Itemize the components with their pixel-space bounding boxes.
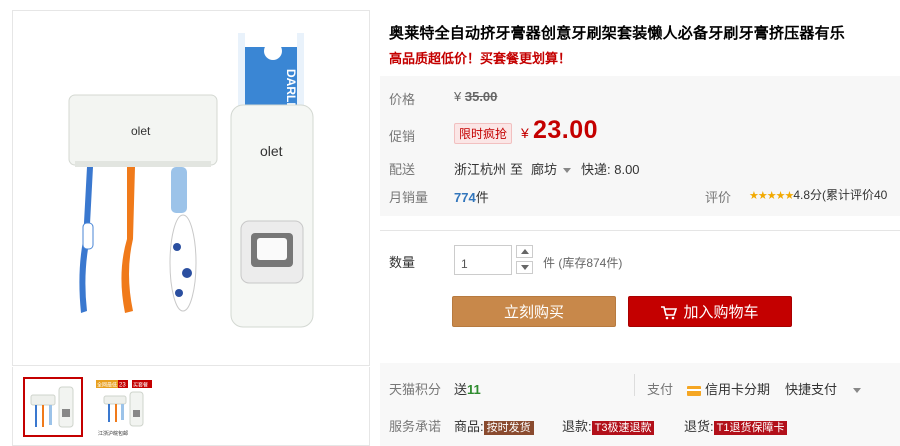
service-refund-label: 退款: — [562, 419, 592, 434]
delivery-from: 浙江杭州 — [454, 162, 507, 177]
stock-info: 件 (库存874件) — [543, 256, 623, 270]
service-return-badge[interactable]: T1退货保障卡 — [713, 421, 788, 435]
thumbnail-1[interactable] — [23, 377, 83, 437]
promo-tag: 限时疯抢 — [454, 123, 513, 144]
thumbnail-2-image: 全网最低 23 买套餐 江浙沪皖包邮 — [96, 380, 152, 437]
points-number: 11 — [467, 382, 481, 397]
thumbnail-strip: 全网最低 23 买套餐 江浙沪皖包邮 — [12, 367, 370, 446]
points-prefix: 送 — [454, 382, 468, 397]
thumb2-badge-right: 买套餐 — [133, 382, 148, 389]
thumb2-badge-left: 全网最低 — [97, 382, 117, 389]
sales-unit: 件 — [475, 190, 489, 205]
holder-logo: olet — [131, 124, 151, 138]
divider — [380, 230, 900, 231]
thumb2-badge-num: 23 — [119, 383, 126, 389]
quantity-increase-button[interactable] — [516, 245, 533, 258]
promo-label: 促销 — [389, 129, 416, 144]
sales-count: 774件 — [454, 187, 489, 206]
dispenser-logo: olet — [260, 143, 283, 159]
divider — [634, 374, 635, 396]
main-product-image[interactable]: DARLIE olet olet — [12, 10, 370, 366]
original-price-currency: ¥ — [454, 89, 462, 104]
promo-currency: ¥ — [521, 125, 529, 141]
product-photo: DARLIE olet olet — [68, 33, 314, 328]
delivery-to-word: 至 — [510, 162, 524, 177]
service-goods-label: 商品: — [454, 419, 484, 434]
delivery-destination: 廊坊 — [531, 162, 558, 177]
rating-label: 评价 — [705, 190, 732, 205]
credit-installment-link[interactable]: 信用卡分期 — [687, 379, 770, 398]
rating-text: 4.8分(累计评价40 — [793, 188, 888, 202]
add-to-cart-label: 加入购物车 — [683, 304, 759, 321]
sales-number: 774 — [454, 190, 476, 205]
chevron-down-icon — [853, 388, 862, 394]
original-price: ¥ 35.00 — [454, 89, 497, 104]
thumb2-caption: 江浙沪皖包邮 — [98, 430, 128, 437]
rating-summary[interactable]: ★★★★★4.8分(累计评价40 — [749, 186, 887, 203]
credit-card-icon — [687, 385, 701, 396]
price-label: 价格 — [389, 92, 416, 107]
add-to-cart-button[interactable]: 加入购物车 — [628, 296, 792, 327]
thumbnail-2[interactable]: 全网最低 23 买套餐 江浙沪皖包邮 — [95, 377, 155, 437]
service-return-label: 退货: — [684, 419, 714, 434]
quick-pay-label: 快捷支付 — [785, 382, 838, 397]
points-value: 送11 — [454, 379, 481, 398]
product-subtitle: 高品质超低价！买套餐更划算！ — [389, 51, 572, 66]
quantity-label: 数量 — [389, 255, 416, 270]
quantity-input[interactable] — [454, 245, 512, 275]
thumbnail-1-image — [30, 386, 74, 428]
delivery-destination-select[interactable]: 廊坊 — [531, 159, 572, 178]
quantity-decrease-button[interactable] — [516, 261, 533, 274]
buy-now-button[interactable]: 立刻购买 — [452, 296, 616, 327]
credit-installment-label: 信用卡分期 — [705, 382, 771, 397]
service-refund-badge[interactable]: T3极速退款 — [591, 421, 655, 435]
points-label: 天猫积分 — [389, 382, 442, 397]
chevron-up-icon — [521, 249, 529, 254]
quick-pay-select[interactable]: 快捷支付 — [785, 379, 862, 398]
rating-stars-icon: ★★★★★ — [749, 190, 794, 202]
chevron-down-icon — [563, 168, 572, 174]
service-refund: 退款: T3极速退款 — [562, 416, 655, 435]
service-goods: 商品: 按时发货 — [454, 416, 534, 435]
delivery-label: 配送 — [389, 162, 416, 177]
sales-label: 月销量 — [389, 190, 429, 205]
product-title: 奥莱特全自动挤牙膏器创意牙刷架套装懒人必备牙刷牙膏挤压器有乐 — [389, 25, 846, 42]
chevron-down-icon — [521, 265, 529, 270]
shopping-cart-icon — [661, 306, 678, 320]
promo-price: 23.00 — [533, 116, 599, 144]
service-label: 服务承诺 — [389, 419, 442, 434]
express-fee: 快递: 8.00 — [581, 162, 640, 177]
payment-label: 支付 — [647, 382, 674, 397]
service-goods-badge[interactable]: 按时发货 — [483, 421, 534, 435]
service-return: 退货: T1退货保障卡 — [684, 416, 788, 435]
original-price-value: 35.00 — [464, 89, 498, 104]
